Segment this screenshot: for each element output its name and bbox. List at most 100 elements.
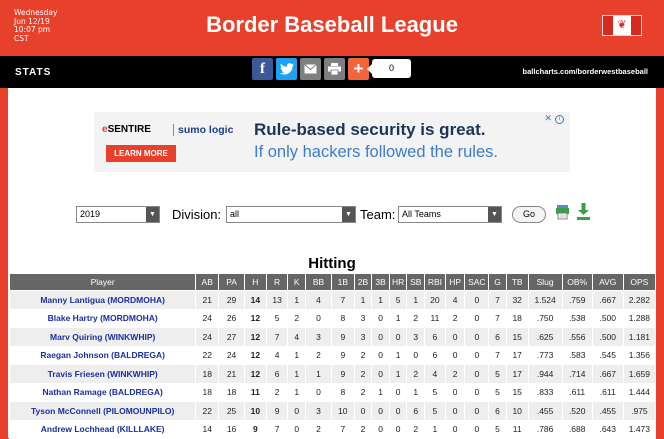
stat-cell: .833: [527, 382, 563, 402]
stat-cell: 1: [305, 364, 332, 384]
ad-learn-more-button[interactable]: LEARN MORE: [106, 145, 176, 162]
stat-cell: 12: [243, 327, 267, 347]
stat-cell: 6: [424, 345, 446, 365]
player-name-link[interactable]: Nathan Ramage (BALDREGA): [8, 382, 197, 402]
stat-cell: 7: [488, 308, 507, 328]
column-header-ob[interactable]: OB%: [561, 273, 593, 291]
print-share-icon[interactable]: [324, 58, 345, 80]
column-header-slug[interactable]: Slug: [527, 273, 563, 291]
stat-cell: 1.356: [622, 345, 657, 365]
stat-cell: 0: [444, 401, 466, 421]
stat-cell: 9: [265, 401, 289, 421]
stat-cell: 2.282: [622, 290, 657, 310]
player-name-link[interactable]: Blake Hartry (MORDMOHA): [8, 308, 197, 328]
stat-cell: 2: [444, 364, 466, 384]
column-header-sac[interactable]: SAC: [464, 273, 490, 291]
stat-cell: 2: [406, 308, 426, 328]
stat-cell: 5: [265, 308, 289, 328]
stat-cell: 18: [195, 364, 220, 384]
stat-cell: 1.288: [622, 308, 657, 328]
team-label: Team:: [360, 207, 396, 222]
stat-cell: 1: [287, 364, 307, 384]
player-name-link[interactable]: Andrew Lochhead (KILLLAKE): [8, 419, 197, 439]
stat-cell: 2: [406, 419, 426, 439]
column-header-tb[interactable]: TB: [505, 273, 529, 291]
team-select[interactable]: All Teams ▼: [398, 206, 502, 223]
stat-cell: 14: [243, 290, 267, 310]
stat-cell: 12: [243, 364, 267, 384]
column-header-rbi[interactable]: RBI: [424, 273, 446, 291]
stat-cell: 4: [265, 345, 289, 365]
column-header-3b[interactable]: 3B: [371, 273, 390, 291]
print-icon[interactable]: [556, 204, 569, 220]
stat-cell: 15: [505, 382, 529, 402]
download-icon[interactable]: [577, 203, 590, 220]
plus-share-icon[interactable]: +: [348, 58, 369, 80]
stat-cell: 9: [330, 345, 355, 365]
column-header-pa[interactable]: PA: [218, 273, 245, 291]
stat-cell: 26: [218, 308, 245, 328]
column-header-avg[interactable]: AVG: [591, 273, 624, 291]
stat-cell: 1: [287, 345, 307, 365]
twitter-share-icon[interactable]: [276, 58, 297, 80]
stat-cell: 7: [265, 327, 289, 347]
division-select[interactable]: all ▼: [226, 206, 356, 223]
table-row: Nathan Ramage (BALDREGA) 18 18 11 2 1 0 8 2 1 0 1 5 0…: [8, 382, 657, 402]
canada-flag-icon: ❦: [602, 15, 642, 36]
column-header-hp[interactable]: HP: [444, 273, 466, 291]
column-header-ops[interactable]: OPS: [622, 273, 657, 291]
stat-cell: 5: [488, 382, 507, 402]
stat-cell: 1: [406, 290, 426, 310]
stat-cell: 7: [330, 419, 355, 439]
stat-cell: 10: [330, 401, 355, 421]
go-button[interactable]: Go: [512, 206, 546, 223]
stat-cell: 0: [388, 401, 408, 421]
ad-banner[interactable]: eSENTIRE sumo logic LEARN MORE Rule-base…: [94, 112, 570, 172]
column-header-k[interactable]: K: [287, 273, 307, 291]
stat-cell: 1: [388, 345, 408, 365]
stat-cell: 5: [488, 364, 507, 384]
column-header-g[interactable]: G: [488, 273, 507, 291]
column-header-h[interactable]: H: [243, 273, 267, 291]
email-share-icon[interactable]: [300, 58, 321, 80]
column-header-r[interactable]: R: [265, 273, 289, 291]
stat-cell: .556: [561, 327, 593, 347]
stat-cell: 6: [406, 401, 426, 421]
stat-cell: .944: [527, 364, 563, 384]
year-select[interactable]: 2019 ▼: [76, 206, 160, 223]
stat-cell: 6: [488, 327, 507, 347]
stat-cell: 1: [388, 308, 408, 328]
column-header-hr[interactable]: HR: [388, 273, 408, 291]
column-header-ab[interactable]: AB: [195, 273, 220, 291]
stat-cell: 0: [371, 401, 390, 421]
stat-cell: 5: [424, 382, 446, 402]
ad-info-icon[interactable]: i: [555, 115, 564, 124]
player-name-link[interactable]: Marv Quiring (WINKWHIP): [8, 327, 197, 347]
player-name-link[interactable]: Travis Friesen (WINKWHIP): [8, 364, 197, 384]
column-header-sb[interactable]: SB: [406, 273, 426, 291]
player-name-link[interactable]: Manny Lantigua (MORDMOHA): [8, 290, 197, 310]
stat-cell: .520: [561, 401, 593, 421]
table-row: Blake Hartry (MORDMOHA) 24 26 12 5 2 0 8 3 0 1 2 11 2…: [8, 308, 657, 328]
stat-cell: 1.659: [622, 364, 657, 384]
site-url-link[interactable]: ballcharts.com/borderwestbaseball: [523, 67, 648, 76]
player-name-link[interactable]: Tyson McConnell (PILOMOUNPILO): [8, 401, 197, 421]
stats-label: STATS: [15, 67, 52, 78]
stat-cell: 0: [444, 382, 466, 402]
stat-cell: 0: [305, 308, 332, 328]
column-header-2b[interactable]: 2B: [353, 273, 373, 291]
stat-cell: 2: [305, 345, 332, 365]
table-row: Tyson McConnell (PILOMOUNPILO) 22 25 10 9 0 3 1…: [8, 401, 657, 421]
stat-cell: 27: [218, 327, 245, 347]
player-name-link[interactable]: Raegan Johnson (BALDREGA): [8, 345, 197, 365]
stat-cell: 1: [406, 382, 426, 402]
stat-cell: 5: [488, 419, 507, 439]
stat-cell: 14: [195, 419, 220, 439]
column-header-1b[interactable]: 1B: [330, 273, 355, 291]
league-title[interactable]: Border Baseball League: [0, 12, 664, 38]
facebook-share-icon[interactable]: f: [252, 58, 273, 80]
column-header-player[interactable]: Player: [8, 273, 197, 291]
column-header-bb[interactable]: BB: [305, 273, 332, 291]
ad-headline: Rule-based security is great.: [254, 120, 486, 139]
ad-close-icon[interactable]: ✕: [544, 113, 552, 124]
